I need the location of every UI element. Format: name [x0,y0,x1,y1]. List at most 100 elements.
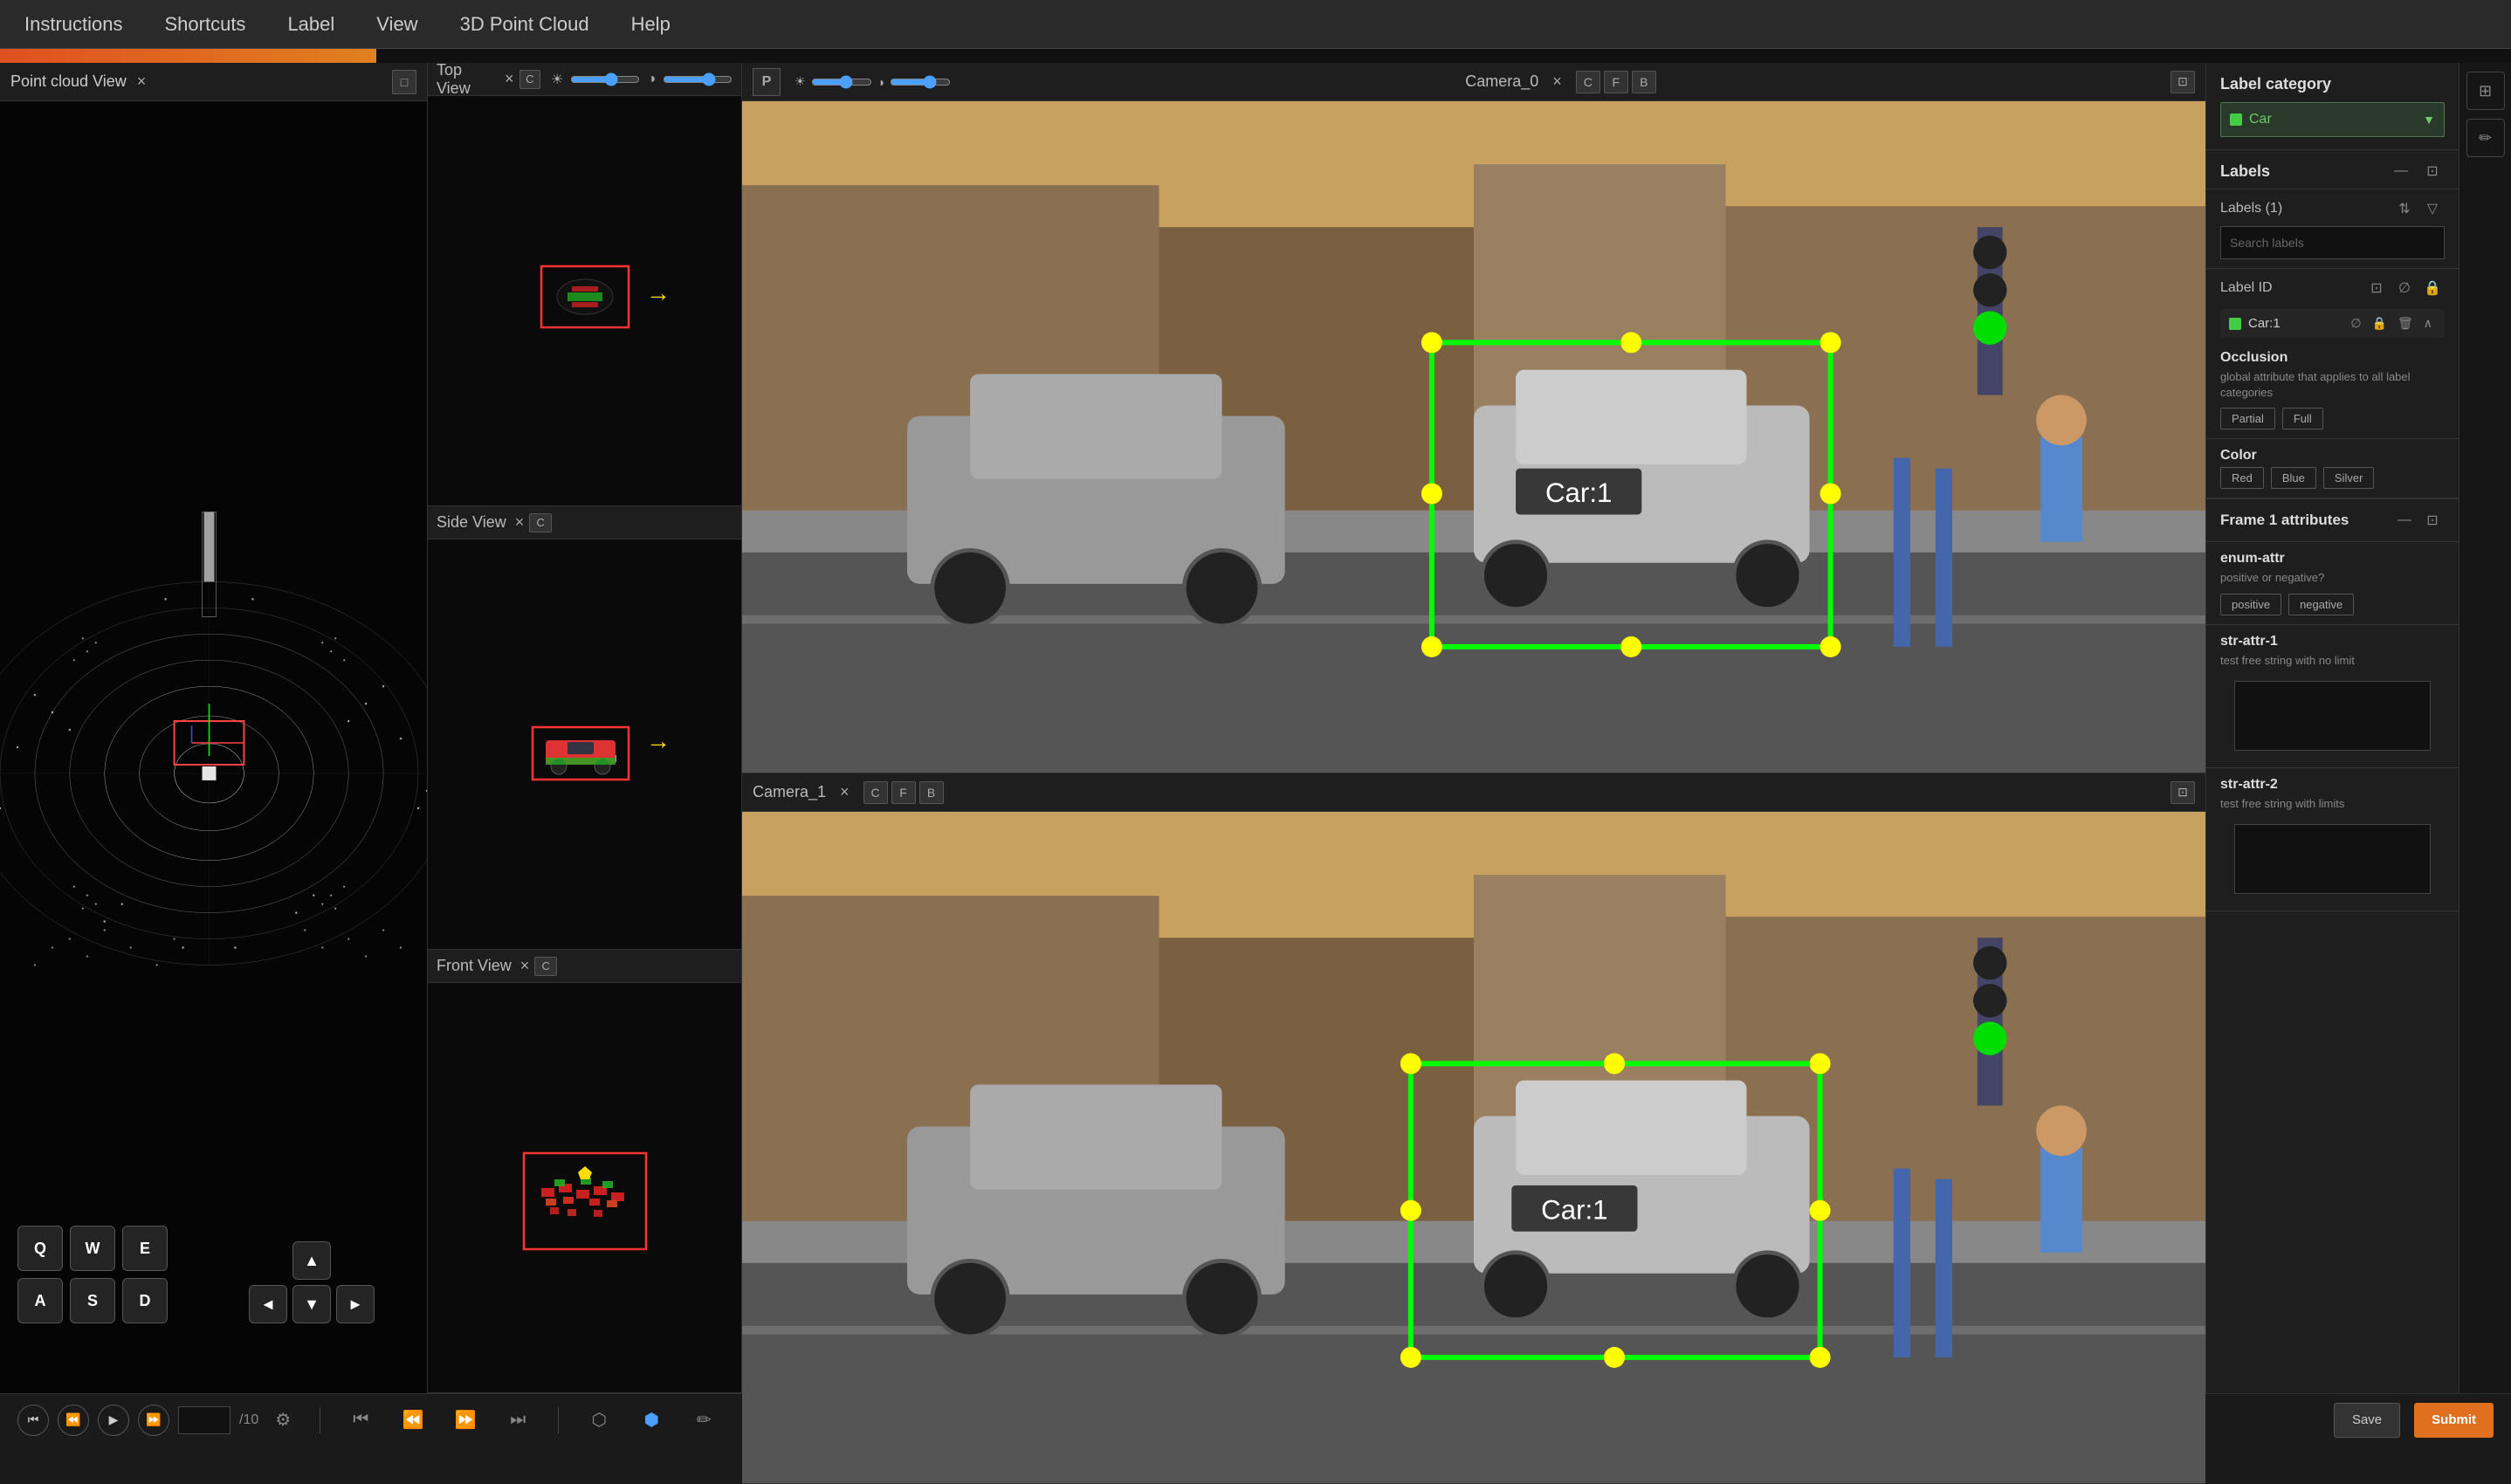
p-button[interactable]: P [753,68,781,96]
str-attr-1-input[interactable] [2234,681,2431,751]
cam-0-btn-f[interactable]: F [1604,71,1628,93]
enum-attr-title: enum-attr [2220,551,2445,567]
cam-1-btn-f[interactable]: F [891,781,916,804]
nav-up[interactable]: ▲ [292,1241,331,1280]
front-view-close[interactable]: × [520,957,530,975]
main-layout: Point cloud View × □ [0,63,2511,1393]
settings-btn[interactable]: ⚙ [267,1405,299,1436]
nav-down[interactable]: ▼ [292,1285,331,1323]
kbd-a[interactable]: A [17,1278,63,1323]
front-view-tag[interactable]: C [534,957,557,976]
side-view-header: Side View × C [428,506,741,539]
brightness-slider-2[interactable] [663,72,733,86]
kbd-w[interactable]: W [70,1226,115,1271]
nav-right[interactable]: ► [336,1285,375,1323]
timeline[interactable] [0,49,2511,63]
occlusion-desc: global attribute that applies to all lab… [2220,369,2445,401]
nav-left[interactable]: ◄ [249,1285,287,1323]
menu-view[interactable]: View [366,6,428,43]
enum-negative[interactable]: negative [2288,594,2354,615]
label-category-section: Label category Car ▼ [2206,63,2459,150]
cam-1-btn-c[interactable]: C [863,781,888,804]
save-button[interactable]: Save [2334,1403,2400,1438]
color-red[interactable]: Red [2220,467,2264,489]
color-blue[interactable]: Blue [2271,467,2316,489]
panel-icon-1[interactable]: ⊞ [2466,72,2505,110]
skip-back-btn[interactable]: ⏮ [341,1401,380,1439]
pen-tool-btn[interactable]: ✏ [685,1401,723,1439]
side-view-tag[interactable]: C [529,513,552,532]
select-tool-btn[interactable]: ⬢ [632,1401,671,1439]
cam-0-expand[interactable]: ⊡ [2170,71,2195,93]
menu-instructions[interactable]: Instructions [14,6,134,43]
kbd-e[interactable]: E [122,1226,168,1271]
camera-0-close[interactable]: × [1552,72,1562,91]
prev-start-btn[interactable]: ⏮ [17,1405,49,1436]
cam-0-btn-c[interactable]: C [1576,71,1600,93]
kbd-q[interactable]: Q [17,1226,63,1271]
prev-btn[interactable]: ⏪ [58,1405,89,1436]
frame-current-input[interactable]: 1 [178,1406,230,1434]
next-btn[interactable]: ⏩ [138,1405,169,1436]
nav-arrows: ▲ ◄ ▼ ► [249,1241,375,1323]
label-action-expand[interactable]: ∧ [2420,314,2436,333]
frame-attr-expand[interactable]: ⊡ [2420,508,2445,532]
cam-contrast-1[interactable] [890,75,951,89]
kbd-d[interactable]: D [122,1278,168,1323]
top-view-close[interactable]: × [505,70,514,88]
camera-0-title: Camera_0 [1465,72,1538,91]
filter-icon[interactable]: ▽ [2420,196,2445,221]
cam-1-btn-b[interactable]: B [919,781,944,804]
kbd-s[interactable]: S [70,1278,115,1323]
expand-icon[interactable]: ⊡ [2420,159,2445,183]
menu-help[interactable]: Help [621,6,681,43]
enum-positive[interactable]: positive [2220,594,2281,615]
cam-0-btn-b[interactable]: B [1632,71,1656,93]
skip-forward-btn[interactable]: ⏭ [499,1401,537,1439]
label-category-dropdown[interactable]: Car ▼ [2220,102,2445,137]
cam-1-expand[interactable]: ⊡ [2170,781,2195,804]
label-category-title: Label category [2220,75,2445,93]
label-action-delete[interactable]: 🗑 [2394,314,2417,333]
label-id-icon-2[interactable]: ∅ [2392,276,2417,300]
str-attr-2-input[interactable] [2234,824,2431,894]
label-id-icon-1[interactable]: ⊡ [2364,276,2389,300]
search-labels-input[interactable] [2220,226,2445,259]
top-view-title: Top View [437,63,496,98]
str-attr-1-section: str-attr-1 test free string with no limi… [2206,625,2459,768]
sort-icon[interactable]: ⇅ [2392,196,2417,221]
point-cloud-close[interactable]: × [137,72,147,91]
menu-shortcuts[interactable]: Shortcuts [155,6,257,43]
camera-1-close[interactable]: × [840,783,850,801]
occlusion-full[interactable]: Full [2282,408,2323,429]
brightness-slider-1[interactable] [570,72,640,86]
top-view-tag[interactable]: C [519,70,540,89]
camera-1-title: Camera_1 [753,783,826,801]
labels-header: Labels — ⊡ [2206,150,2459,189]
color-silver[interactable]: Silver [2323,467,2375,489]
cube-tool-btn[interactable]: ⬡ [580,1401,618,1439]
frame-attr-collapse[interactable]: — [2392,508,2417,532]
label-item[interactable]: Car:1 ∅ 🔒 🗑 ∧ [2220,309,2445,338]
label-action-lock[interactable]: 🔒 [2369,314,2391,333]
category-color-dot [2230,113,2242,126]
label-action-visibility[interactable]: ∅ [2347,314,2364,333]
play-btn[interactable]: ▶ [98,1405,129,1436]
label-id-icon-3[interactable]: 🔒 [2420,276,2445,300]
point-cloud-canvas[interactable]: Q W E A S D ▲ ◄ ▼ ► [0,101,427,1393]
minimize-btn[interactable]: □ [392,70,416,94]
cam-brightness-1[interactable] [811,75,872,89]
menu-3d-point-cloud[interactable]: 3D Point Cloud [450,6,600,43]
side-view-close[interactable]: × [515,513,525,532]
right-panel: Label category Car ▼ Labels — ⊡ Labels (… [2205,63,2459,1393]
submit-button[interactable]: Submit [2414,1403,2494,1438]
front-view-svg [437,1101,733,1275]
panel-icon-2[interactable]: ✏ [2466,119,2505,157]
frame-forward-btn[interactable]: ⏩ [446,1401,485,1439]
collapse-icon[interactable]: — [2389,159,2413,183]
occlusion-partial[interactable]: Partial [2220,408,2275,429]
frame-total: /10 [239,1412,258,1428]
frame-back-btn[interactable]: ⏪ [394,1401,432,1439]
menu-label[interactable]: Label [277,6,345,43]
occlusion-options: Partial Full [2220,408,2445,429]
